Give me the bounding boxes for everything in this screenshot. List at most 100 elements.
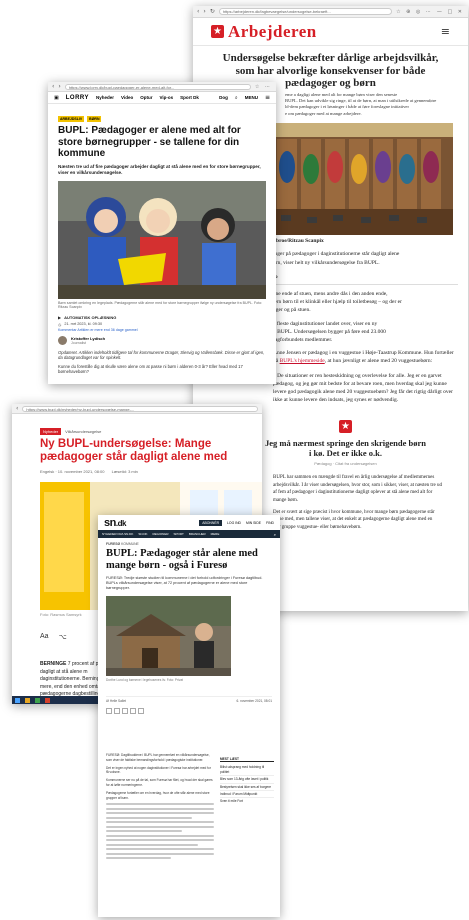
facebook-icon[interactable] [106, 708, 112, 715]
font-size-button[interactable]: Aa [40, 633, 49, 641]
sn-nav-bar: NYHEDER FRA SN.DK SN.DK REGIONER SPORT B… [98, 530, 280, 538]
tag-arbejdsliv[interactable]: ARBEJDSLIV [58, 116, 85, 122]
nav-item-news[interactable]: NYHEDER FRA SN.DK [102, 532, 133, 536]
nav-item-brancher[interactable]: BRANCHER [189, 532, 206, 536]
share-icon[interactable]: ⌥ [59, 633, 67, 641]
bupl-tag[interactable]: Nyheder [40, 428, 62, 435]
window-controls[interactable]: — □ ✕ [437, 9, 464, 15]
bupl-tag-2[interactable]: Vilkårsundersøgelse [65, 429, 101, 434]
bupl-tags: Nyheder Vilkårsundersøgelse [12, 414, 262, 435]
nav-item-sn[interactable]: SN.DK [138, 532, 147, 536]
arbejderen-browser-toolbar: ‹ › ↻ https://arbejderen.dk/fagbevaegels… [193, 6, 468, 18]
browser-tools-icons[interactable]: ☆ ⋯ [255, 84, 272, 90]
arbejderen-photo [273, 123, 453, 236]
sidebar-title: MEST LÆST [220, 757, 274, 763]
nav-item-sport[interactable]: SPORT [174, 532, 184, 536]
menu-button[interactable]: MENU [245, 95, 258, 100]
nav-item-nyheder[interactable]: Nyheder [96, 95, 114, 100]
sidebar-item[interactable]: Bestyrelsen skal ikke ses af borgere [220, 784, 274, 792]
sn-byline-row: Af Helle Sallet 6. november 2021, 08:01 [106, 696, 272, 703]
playhouse-illustration [106, 596, 231, 677]
sn-window: sn.dk ABONNÉR LOG IND MIN SIDE FIND NYHE… [98, 515, 280, 917]
lorry-address-bar[interactable]: https://www.lorry.dk/bupl-paedagoger-er-… [64, 83, 251, 90]
author-role: Journalist [71, 340, 86, 345]
nav-item-more[interactable]: MERE [211, 532, 220, 536]
sidebar-item[interactable]: Blev som 13-årig ofte lavet i politik [220, 776, 274, 784]
subscribe-button[interactable]: ABONNÉR [199, 519, 223, 526]
twitter-icon[interactable] [114, 708, 120, 715]
browser-back-icon[interactable]: ‹ [197, 8, 199, 15]
taskbar-app-icon[interactable] [35, 697, 40, 703]
sn-section: FURESØ KOMMUNE [106, 542, 139, 546]
lorry-nav: ▣ LORRY Nyheder Video Optur Vip-os Sport… [48, 92, 276, 104]
lorry-body-2: Kunne du forestille dig at skulle være a… [58, 363, 243, 375]
start-icon[interactable] [15, 697, 20, 703]
browser-back-icon[interactable]: ‹ [52, 83, 54, 90]
print-icon[interactable] [138, 708, 144, 715]
tag-born[interactable]: BØRN [87, 116, 102, 122]
sn-logo[interactable]: sn.dk [104, 517, 126, 529]
login-link[interactable]: Dog [219, 95, 228, 100]
lorry-tags: ARBEJDSLIV BØRN [48, 104, 276, 122]
sn-body: FURESØ: Dagtilbuddene i BUPL har gennemf… [106, 753, 214, 862]
find-link[interactable]: FIND [266, 521, 274, 525]
hamburger-menu-icon[interactable]: ≡ [441, 25, 450, 38]
arbejderen-address-bar[interactable]: https://arbejderen.dk/fagbevaegelse/unde… [218, 8, 393, 15]
sn-lead: FURESØ: Tredje største studien til kommu… [106, 575, 263, 590]
browser-reload-icon[interactable]: ↻ [210, 8, 215, 15]
nav-item-optur[interactable]: Optur [140, 95, 152, 100]
lorry-photo-caption: Børn samlet omkring en legeplads. Pædago… [58, 300, 263, 310]
lorry-body-1: Opdateret. Artiklen indeholdt tidligere … [58, 349, 265, 361]
taskbar-app-icon[interactable] [25, 697, 30, 703]
hamburger-menu-icon[interactable]: ≡ [265, 94, 270, 101]
linkedin-icon[interactable] [122, 708, 128, 715]
browser-forward-icon[interactable]: › [58, 83, 60, 90]
browser-back-icon[interactable]: ‹ [16, 405, 18, 412]
browser-tools-icons[interactable]: ☆ ⊕ ◎ ⋯ [396, 9, 433, 15]
bupl-homepage-link[interactable]: BUPL's hjemmeside [280, 358, 325, 364]
search-icon[interactable]: ⌕ [274, 532, 276, 537]
sn-byline[interactable]: Af Helle Sallet [106, 699, 126, 703]
bupl-address-bar[interactable]: https://www.bupl.dk/nyheder/ny-bupl-unde… [22, 405, 258, 412]
quote-box-title: Jeg må nærmest springe den skrigende bør… [264, 438, 427, 459]
author-name[interactable]: Kristoffer Lydisch [71, 336, 105, 341]
lorry-headline: BUPL: Pædagoger er alene med alt for sto… [58, 125, 241, 159]
avatar [58, 335, 67, 345]
login-link[interactable]: LOG IND [227, 521, 241, 525]
arbejderen-header: ★ Arbejderen ≡ [193, 18, 468, 46]
sidebar-item[interactable]: Sven ti mile Fort [220, 798, 274, 804]
play-icon[interactable]: ▶ [58, 315, 61, 320]
lorry-logo[interactable]: LORRY [66, 95, 89, 101]
nav-item-regions[interactable]: REGIONER [153, 532, 169, 536]
lorry-browser-toolbar: ‹ › https://www.lorry.dk/bupl-paedagoger… [48, 82, 276, 92]
sn-share-icons [98, 703, 280, 715]
mail-icon[interactable] [130, 708, 136, 715]
lorry-author: Kristoffer Lydisch Journalist [48, 332, 276, 345]
sn-header: sn.dk ABONNÉR LOG IND MIN SIDE FIND [98, 515, 280, 530]
nav-item-video[interactable]: Video [121, 95, 133, 100]
wardrobe-illustration [273, 123, 453, 236]
nav-item-vip[interactable]: Vip-os [159, 95, 173, 100]
sidebar-item[interactable]: Bilist udsprang med holdning til politie… [220, 764, 274, 777]
children-playing-illustration [58, 180, 266, 299]
sn-headline: BUPL: Pædagoger står alene med mange bør… [106, 548, 258, 571]
arbejderen-logo[interactable]: Arbejderen [228, 22, 317, 42]
nav-item-sport[interactable]: Sport Dk [180, 95, 199, 100]
bupl-headline: Ny BUPL-undersøgelse: Mange pædagoger st… [40, 438, 228, 463]
quote-star-icon: ★ [339, 420, 352, 434]
tv-icon[interactable]: ▣ [54, 95, 59, 101]
sn-sidebar: MEST LÆST Bilist udsprang med holdning t… [220, 757, 274, 805]
bupl-browser-toolbar: ‹ https://www.bupl.dk/nyheder/ny-bupl-un… [12, 404, 262, 414]
sn-photo-caption: Dorthe Lund og børnene i legehusenes liv… [106, 678, 184, 683]
sn-photo [106, 596, 231, 677]
lorry-photo [58, 180, 266, 299]
arbejderen-star-logo-icon: ★ [211, 25, 224, 38]
lorry-date-row: ◷ 21. mrt 2023, kl. 09:30 [58, 321, 103, 327]
clock-icon: ◷ [58, 321, 62, 327]
taskbar-app-icon[interactable] [45, 697, 50, 703]
sidebar-item[interactable]: Indbrud i Farum Midtpunkt [220, 791, 274, 799]
search-icon[interactable]: ⌕ [235, 95, 238, 101]
browser-forward-icon[interactable]: › [203, 8, 205, 15]
my-page-link[interactable]: MIN SIDE [246, 521, 261, 525]
lorry-window: ‹ › https://www.lorry.dk/bupl-paedagoger… [48, 82, 276, 384]
